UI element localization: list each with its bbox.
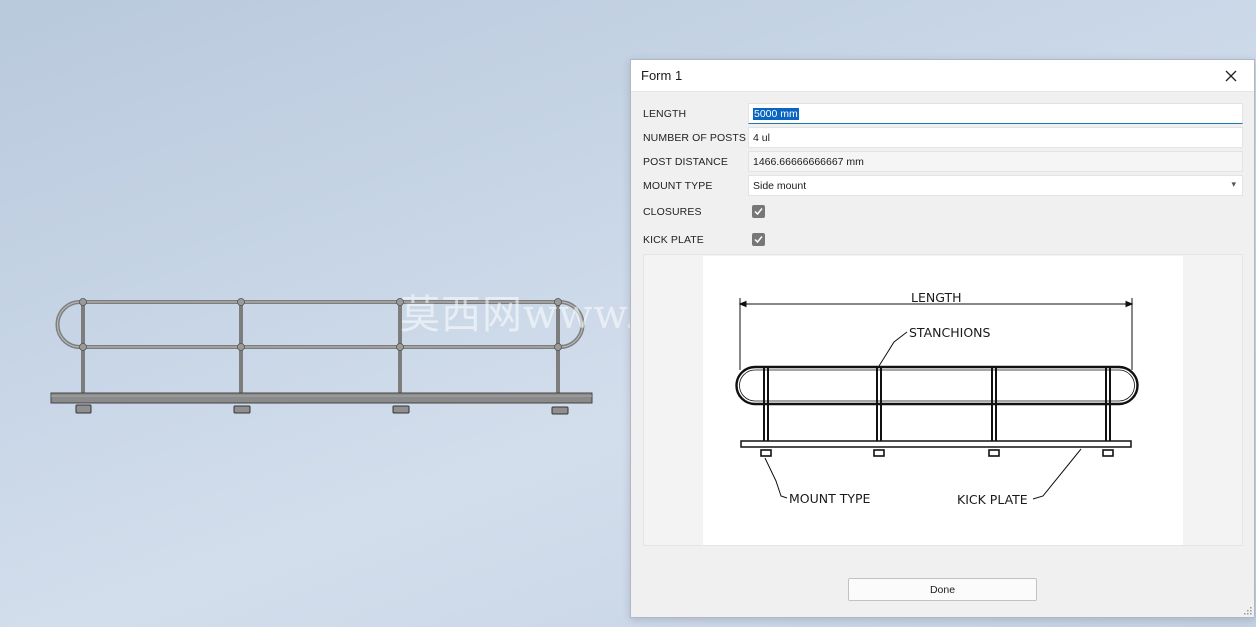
diagram-kick-plate-label: KICK PLATE xyxy=(957,492,1028,507)
checkmark-icon xyxy=(754,236,763,244)
chevron-down-icon: ▾ xyxy=(1231,179,1236,189)
number-of-posts-row: NUMBER OF POSTS 4 ul xyxy=(631,127,1256,149)
railing-3d-model[interactable] xyxy=(40,290,600,420)
number-of-posts-input[interactable]: 4 ul xyxy=(748,127,1243,148)
length-label: LENGTH xyxy=(643,108,687,120)
mount-type-label: MOUNT TYPE xyxy=(643,180,713,192)
mount-type-row: MOUNT TYPE Side mount ▾ xyxy=(631,175,1256,197)
kick-plate-label: KICK PLATE xyxy=(643,234,704,246)
length-row: LENGTH 5000 mm xyxy=(631,103,1256,125)
post-distance-row: POST DISTANCE 1466.66666666667 mm xyxy=(631,151,1256,173)
post-distance-label: POST DISTANCE xyxy=(643,156,728,168)
diagram-panel: LENGTH STANCHIONS MOUNT TYPE KICK PLATE xyxy=(643,254,1243,546)
done-button[interactable]: Done xyxy=(848,578,1037,601)
post-distance-value: 1466.66666666667 mm xyxy=(753,156,864,168)
dialog-title: Form 1 xyxy=(641,68,683,83)
close-icon xyxy=(1225,70,1237,81)
number-of-posts-value: 4 ul xyxy=(753,132,770,144)
kick-plate-row: KICK PLATE xyxy=(631,229,1256,251)
kick-plate-checkbox[interactable] xyxy=(752,233,765,246)
mount-type-dropdown[interactable]: Side mount ▾ xyxy=(748,175,1243,196)
diagram-length-label: LENGTH xyxy=(911,290,962,305)
checkmark-icon xyxy=(754,208,763,216)
closures-label: CLOSURES xyxy=(643,206,702,218)
post-distance-field: 1466.66666666667 mm xyxy=(748,151,1243,172)
length-value: 5000 mm xyxy=(753,108,799,120)
resize-grip-icon[interactable] xyxy=(1242,605,1252,615)
diagram-stanchions-label: STANCHIONS xyxy=(909,325,991,340)
form-dialog: Form 1 LENGTH 5000 mm NUMBER OF POSTS 4 … xyxy=(630,59,1255,618)
railing-diagram: LENGTH STANCHIONS MOUNT TYPE KICK PLATE xyxy=(703,256,1183,545)
length-input[interactable]: 5000 mm xyxy=(748,103,1243,124)
closures-checkbox[interactable] xyxy=(752,205,765,218)
closures-row: CLOSURES xyxy=(631,201,1256,223)
close-button[interactable] xyxy=(1208,60,1254,91)
dialog-titlebar[interactable]: Form 1 xyxy=(631,60,1254,92)
mount-type-value: Side mount xyxy=(753,180,807,192)
model-viewport[interactable]: 莫西网www.3dm xyxy=(0,0,729,627)
number-of-posts-label: NUMBER OF POSTS xyxy=(643,132,747,144)
diagram-mount-type-label: MOUNT TYPE xyxy=(789,491,871,506)
